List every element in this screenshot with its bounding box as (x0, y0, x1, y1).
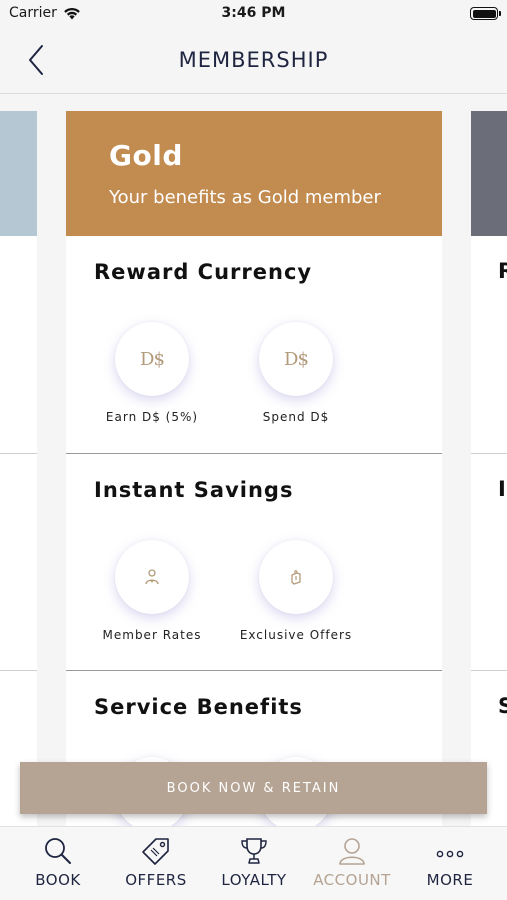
tab-book[interactable]: BOOK (8, 835, 108, 889)
benefit-icon-circle: D$ (115, 322, 189, 396)
tab-label: LOYALTY (221, 871, 287, 889)
tier-card-header: Gold Your benefits as Gold member (66, 111, 442, 236)
trophy-icon (241, 838, 267, 864)
gift-icon (291, 570, 301, 585)
account-icon (339, 838, 365, 865)
section-title: Instant Savings (94, 478, 294, 502)
ds-currency-icon: D$ (284, 348, 309, 370)
tag-icon (142, 838, 169, 865)
benefit-exclusive-offers[interactable]: Exclusive Offers (221, 540, 371, 642)
benefit-icon-circle: D$ (259, 322, 333, 396)
divider (0, 453, 37, 454)
more-icon (436, 850, 464, 858)
section-reward-currency: Reward Currency D$ Earn D$ (5%) D$ Spend… (66, 236, 442, 453)
tab-offers[interactable]: OFFERS (106, 835, 206, 889)
benefit-earn-ds[interactable]: D$ Earn D$ (5%) (77, 322, 227, 424)
next-card-section-initial: R (498, 259, 507, 283)
person-icon (145, 569, 159, 585)
tab-label: MORE (426, 871, 474, 889)
book-button-label: BOOK NOW & RETAIN (166, 780, 341, 796)
book-now-retain-button[interactable]: BOOK NOW & RETAIN (20, 762, 487, 814)
divider (471, 670, 507, 671)
page-title: MEMBERSHIP (178, 48, 329, 72)
battery-icon (470, 7, 501, 20)
next-card-section-initial: S (498, 694, 507, 718)
benefit-label: Exclusive Offers (239, 628, 353, 642)
section-instant-savings: Instant Savings Member Rates Exclusive O… (66, 454, 442, 670)
benefit-icon-circle (115, 540, 189, 614)
benefit-label: Spend D$ (262, 410, 330, 424)
tab-label: OFFERS (125, 871, 187, 889)
next-card-section-initial: I (498, 477, 506, 501)
divider (0, 670, 37, 671)
search-icon (45, 838, 71, 864)
benefit-label: Member Rates (102, 628, 202, 642)
tab-bar: BOOK OFFERS LOYALTY ACCOUNT MORE (0, 826, 507, 900)
benefit-icon-circle (259, 540, 333, 614)
tab-account[interactable]: ACCOUNT (302, 835, 402, 889)
benefit-member-rates[interactable]: Member Rates (77, 540, 227, 642)
section-title: Reward Currency (94, 260, 313, 284)
previous-tier-card-header[interactable] (0, 111, 37, 236)
tier-name: Gold (109, 139, 183, 172)
nav-bar: MEMBERSHIP (0, 30, 507, 94)
section-title: Service Benefits (94, 695, 303, 719)
tab-more[interactable]: MORE (400, 835, 500, 889)
next-tier-card-header[interactable] (471, 111, 507, 236)
tab-label: BOOK (35, 871, 81, 889)
tier-subtitle: Your benefits as Gold member (109, 187, 381, 208)
status-time: 3:46 PM (221, 5, 286, 21)
tab-loyalty[interactable]: LOYALTY (204, 835, 304, 889)
ds-currency-icon: D$ (140, 348, 165, 370)
divider (471, 453, 507, 454)
tab-label: ACCOUNT (313, 871, 391, 889)
status-bar: Carrier 3:46 PM (0, 0, 507, 30)
benefit-spend-ds[interactable]: D$ Spend D$ (221, 322, 371, 424)
benefit-label: Earn D$ (5%) (105, 410, 199, 424)
